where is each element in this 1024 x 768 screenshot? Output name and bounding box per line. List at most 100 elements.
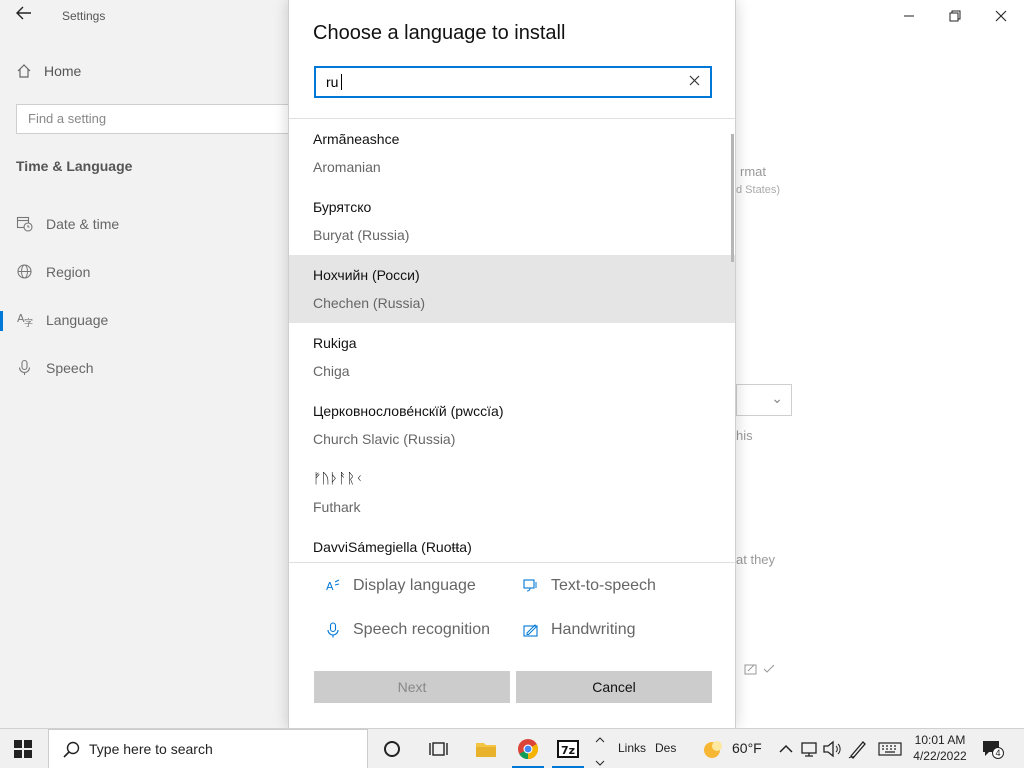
handwriting-icon bbox=[523, 624, 538, 637]
feature-label: Text-to-speech bbox=[551, 577, 656, 594]
weather-widget-icon-wrap[interactable] bbox=[700, 737, 724, 761]
network-icon bbox=[801, 742, 817, 757]
nav-item-region[interactable]: Region bbox=[16, 263, 90, 280]
check-icon bbox=[763, 664, 774, 673]
language-icon: A字 bbox=[17, 312, 33, 328]
file-explorer-button[interactable] bbox=[474, 737, 498, 761]
pen-button[interactable] bbox=[846, 737, 870, 761]
chevron-down-icon: ⌄ bbox=[771, 390, 783, 406]
clock-time: 10:01 AM bbox=[914, 733, 966, 747]
language-native-name: DavviSámegiella (Ruoŧŧa) bbox=[313, 539, 472, 555]
clear-search-button[interactable] bbox=[686, 73, 702, 89]
pen-icon bbox=[848, 741, 866, 759]
nav-item-speech[interactable]: Speech bbox=[16, 359, 93, 376]
next-button[interactable]: Next bbox=[314, 671, 510, 703]
restore-button[interactable] bbox=[946, 8, 964, 26]
bg-text-fragment: his bbox=[736, 428, 753, 443]
language-list-item[interactable]: Armãneashce Aromanian bbox=[289, 119, 735, 187]
restore-icon bbox=[949, 10, 961, 22]
feature-speech-recognition: Speech recognition bbox=[325, 621, 490, 639]
nav-item-date-time[interactable]: Date & time bbox=[16, 215, 119, 232]
bg-text-fragment: rmat bbox=[740, 164, 766, 179]
home-label: Home bbox=[44, 63, 82, 79]
list-scrollbar[interactable] bbox=[731, 134, 734, 262]
bg-dropdown: ⌄ bbox=[736, 384, 792, 416]
volume-button[interactable] bbox=[820, 737, 844, 761]
links-toolbar[interactable]: Links bbox=[618, 741, 646, 755]
search-icon bbox=[63, 741, 80, 758]
window-title: Settings bbox=[62, 9, 106, 23]
home-icon bbox=[17, 64, 31, 78]
nav-label-language: Language bbox=[46, 311, 109, 328]
feature-label: Speech recognition bbox=[353, 621, 490, 638]
desktop-toolbar[interactable]: Des bbox=[655, 741, 676, 755]
minimize-button[interactable] bbox=[900, 8, 918, 26]
language-list-item[interactable]: Rukiga Chiga bbox=[289, 323, 735, 391]
task-view-button[interactable] bbox=[428, 737, 452, 761]
chevron-up-icon bbox=[779, 744, 793, 753]
chevron-up-icon bbox=[595, 737, 605, 743]
close-icon bbox=[995, 10, 1007, 22]
language-english-name: Chechen (Russia) bbox=[313, 295, 426, 311]
task-view-icon bbox=[429, 742, 448, 756]
nav-item-language[interactable]: A字 Language bbox=[16, 311, 109, 329]
language-search-box[interactable] bbox=[314, 66, 712, 98]
taskbar-clock[interactable]: 10:01 AM 4/22/2022 bbox=[912, 732, 968, 764]
bg-feature-icons bbox=[744, 662, 776, 679]
cancel-button[interactable]: Cancel bbox=[516, 671, 712, 703]
language-native-name: Armãneashce bbox=[313, 131, 400, 147]
text-to-speech-icon bbox=[523, 579, 537, 592]
language-list-item[interactable]: ᚠᚢᚦᚨᚱᚲ Futhark bbox=[289, 459, 735, 527]
language-list-item[interactable]: Церковнослове́нскїй (рwссїа) Church Slav… bbox=[289, 391, 735, 459]
7zip-button[interactable]: 7z bbox=[556, 737, 580, 761]
show-hidden-icons-button[interactable] bbox=[774, 737, 798, 761]
language-native-name: Rukiga bbox=[313, 335, 357, 351]
microphone-icon bbox=[327, 622, 339, 638]
nav-active-indicator bbox=[0, 311, 3, 331]
nav-label-speech: Speech bbox=[46, 359, 94, 376]
globe-icon bbox=[17, 264, 32, 279]
svg-text:A: A bbox=[326, 580, 334, 593]
close-button[interactable] bbox=[992, 8, 1010, 26]
display-language-icon: A bbox=[326, 579, 340, 593]
language-search-input[interactable] bbox=[316, 68, 676, 96]
language-list: Armãneashce Aromanian Бурятско Buryat (R… bbox=[289, 119, 735, 562]
choose-language-dialog: Choose a language to install Armãneashce… bbox=[288, 0, 736, 728]
close-icon bbox=[689, 75, 699, 86]
folder-icon bbox=[476, 743, 496, 757]
feature-display-language: A Display language bbox=[325, 577, 476, 595]
language-list-item[interactable]: DavviSámegiella (Ruoŧŧa) bbox=[289, 527, 735, 562]
cortana-button[interactable] bbox=[380, 737, 404, 761]
chevron-down-icon bbox=[595, 760, 605, 766]
notification-count-badge: 4 bbox=[992, 747, 1004, 759]
microphone-icon bbox=[18, 359, 31, 375]
calendar-clock-icon bbox=[16, 216, 33, 232]
7zip-icon: 7z bbox=[557, 740, 579, 758]
chrome-button[interactable] bbox=[516, 737, 540, 761]
language-english-name: Futhark bbox=[313, 499, 361, 515]
feature-handwriting: Handwriting bbox=[523, 621, 635, 639]
taskbar-search-box[interactable]: Type here to search bbox=[48, 729, 368, 768]
language-list-item-highlighted[interactable]: Нохчийн (Росси) Chechen (Russia) bbox=[289, 255, 735, 323]
touch-keyboard-button[interactable] bbox=[878, 737, 902, 761]
taskbar: Type here to search 7z Links Des 60°F 10… bbox=[0, 728, 1024, 768]
bg-text-fragment: d States) bbox=[736, 184, 781, 196]
minimize-icon bbox=[904, 15, 914, 17]
network-button[interactable] bbox=[798, 737, 822, 761]
nav-label-date-time: Date & time bbox=[46, 215, 120, 232]
notification-center-button[interactable]: 4 bbox=[982, 740, 1004, 759]
speaker-icon bbox=[823, 740, 841, 758]
find-setting-input[interactable]: Find a setting bbox=[16, 104, 296, 134]
home-nav-item[interactable]: Home bbox=[16, 63, 81, 79]
toolbar-scroll[interactable] bbox=[594, 733, 606, 766]
back-button[interactable] bbox=[12, 6, 36, 26]
start-button[interactable] bbox=[14, 740, 32, 758]
feature-label: Display language bbox=[353, 577, 476, 594]
language-english-name: Church Slavic (Russia) bbox=[313, 431, 456, 447]
taskbar-search-placeholder: Type here to search bbox=[89, 741, 213, 757]
weather-sun-icon bbox=[704, 741, 722, 758]
divider bbox=[289, 562, 735, 563]
weather-temp[interactable]: 60°F bbox=[732, 740, 762, 756]
language-list-item[interactable]: Бурятско Buryat (Russia) bbox=[289, 187, 735, 255]
chrome-icon bbox=[518, 739, 539, 760]
